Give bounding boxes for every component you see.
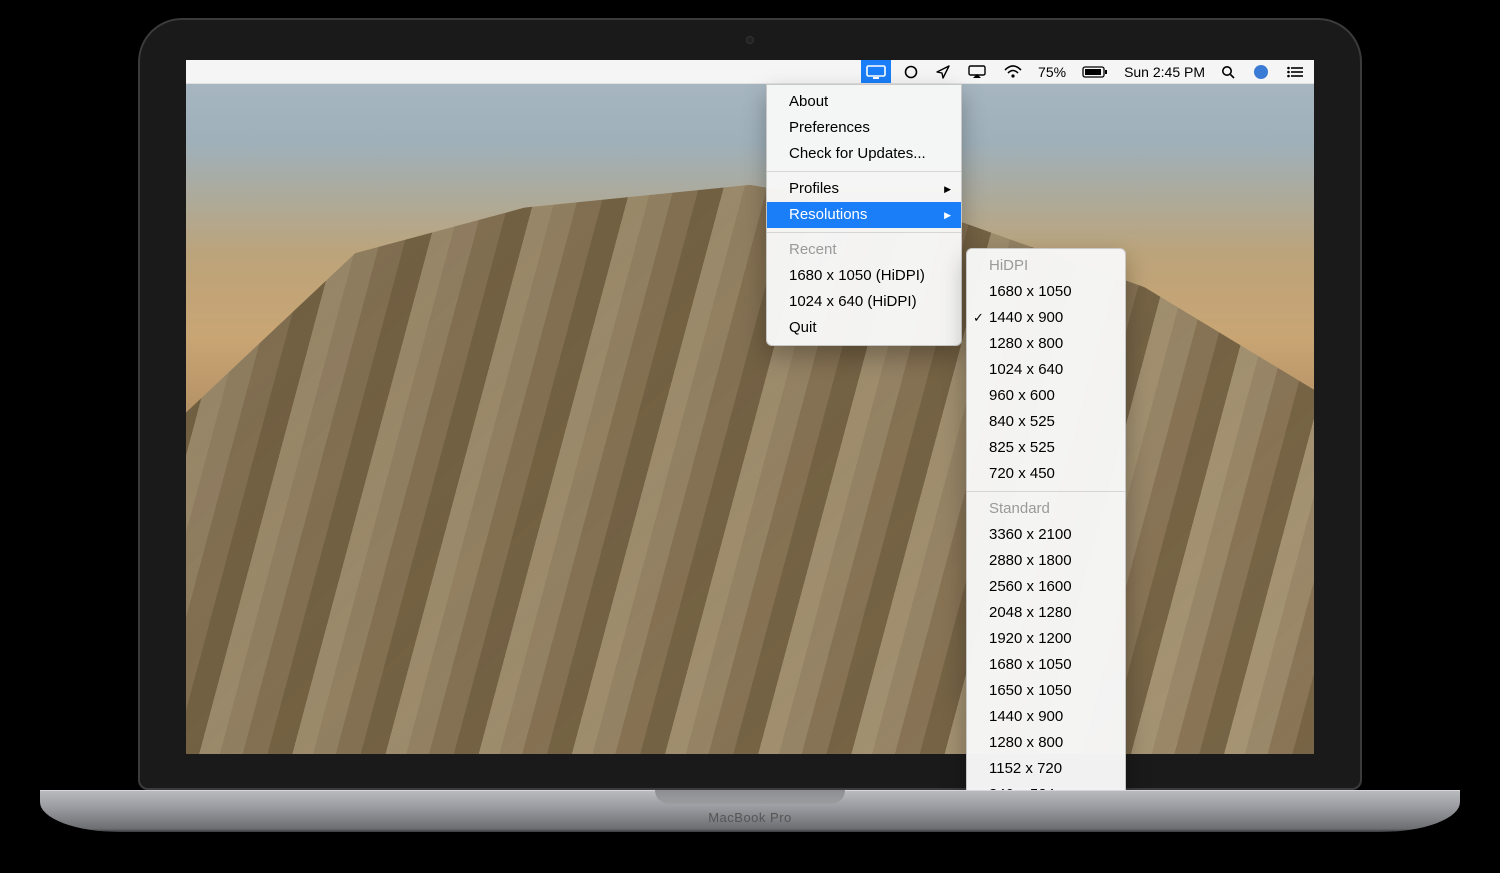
resolution-option[interactable]: 720 x 450	[967, 461, 1125, 487]
menu-preferences[interactable]: Preferences	[767, 115, 961, 141]
resolution-option[interactable]: 1680 x 1050	[967, 279, 1125, 305]
laptop-label: MacBook Pro	[708, 810, 792, 825]
menu-check-updates[interactable]: Check for Updates...	[767, 141, 961, 167]
menu-recent-item[interactable]: 1680 x 1050 (HiDPI)	[767, 263, 961, 289]
menu-separator	[967, 491, 1125, 492]
battery-icon[interactable]	[1077, 60, 1113, 83]
desktop[interactable]: 75% Sun 2:45 PM About Preferences Check …	[186, 60, 1314, 754]
laptop-frame: 75% Sun 2:45 PM About Preferences Check …	[138, 18, 1362, 790]
notification-center-icon[interactable]	[1282, 60, 1308, 83]
display-app-menu: About Preferences Check for Updates... P…	[766, 84, 962, 346]
resolution-option[interactable]: 2880 x 1800	[967, 548, 1125, 574]
resolution-option[interactable]: 1152 x 720	[967, 756, 1125, 782]
menu-profiles[interactable]: Profiles	[767, 176, 961, 202]
resolution-option[interactable]: 840 x 525	[967, 409, 1125, 435]
menu-resolutions[interactable]: Resolutions	[767, 202, 961, 228]
circle-status-icon[interactable]	[899, 60, 923, 83]
resolution-option[interactable]: 1280 x 800	[967, 730, 1125, 756]
resolution-option[interactable]: 1680 x 1050	[967, 652, 1125, 678]
resolution-option[interactable]: 1920 x 1200	[967, 626, 1125, 652]
resolution-option[interactable]: 1650 x 1050	[967, 678, 1125, 704]
submenu-hidpi-header: HiDPI	[967, 253, 1125, 279]
resolution-option[interactable]: 960 x 600	[967, 383, 1125, 409]
laptop-notch	[655, 790, 845, 804]
resolutions-submenu: HiDPI 1680 x 1050 1440 x 900 1280 x 800 …	[966, 248, 1126, 813]
resolution-option[interactable]: 3360 x 2100	[967, 522, 1125, 548]
clock[interactable]: Sun 2:45 PM	[1121, 60, 1208, 83]
spotlight-icon[interactable]	[1216, 60, 1240, 83]
menu-recent-header: Recent	[767, 237, 961, 263]
menubar: 75% Sun 2:45 PM	[186, 60, 1314, 84]
resolution-option-selected[interactable]: 1440 x 900	[967, 305, 1125, 331]
menu-separator	[767, 232, 961, 233]
submenu-standard-header: Standard	[967, 496, 1125, 522]
menu-separator	[767, 171, 961, 172]
wallpaper-cliff	[186, 185, 1314, 754]
location-icon[interactable]	[931, 60, 955, 83]
resolution-option[interactable]: 1280 x 800	[967, 331, 1125, 357]
menu-about[interactable]: About	[767, 89, 961, 115]
wifi-icon[interactable]	[999, 60, 1027, 83]
resolution-option[interactable]: 1024 x 640	[967, 357, 1125, 383]
airplay-icon[interactable]	[963, 60, 991, 83]
siri-icon[interactable]	[1248, 60, 1274, 83]
resolution-option[interactable]: 2048 x 1280	[967, 600, 1125, 626]
menu-recent-item[interactable]: 1024 x 640 (HiDPI)	[767, 289, 961, 315]
resolution-option[interactable]: 2560 x 1600	[967, 574, 1125, 600]
battery-percent[interactable]: 75%	[1035, 60, 1069, 83]
display-menu-icon[interactable]	[861, 60, 891, 83]
resolution-option[interactable]: 1440 x 900	[967, 704, 1125, 730]
camera-icon	[746, 36, 754, 44]
resolution-option[interactable]: 825 x 525	[967, 435, 1125, 461]
menu-quit[interactable]: Quit	[767, 315, 961, 341]
